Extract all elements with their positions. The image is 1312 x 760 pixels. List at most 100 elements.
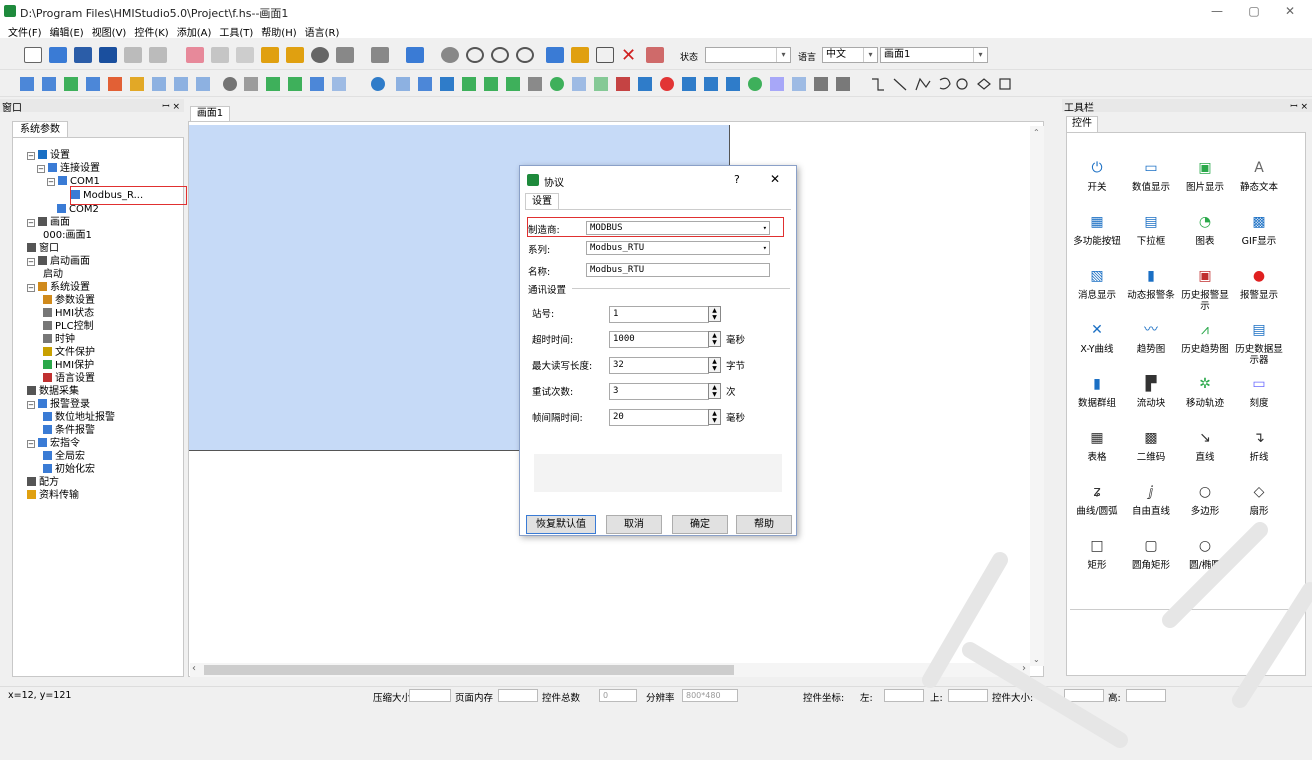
tree-item[interactable]: 语言设置 [43, 373, 95, 384]
center-icon[interactable] [441, 47, 459, 63]
control-item[interactable]: 〰趋势图 [1124, 322, 1178, 382]
control-item[interactable]: ⅉ 自由直线 [1124, 484, 1178, 544]
tree-item[interactable]: − 画面 [27, 217, 70, 228]
screen-select[interactable]: 画面1 ▾ [880, 47, 988, 63]
control-item[interactable]: ▢ 圆角矩形 [1124, 538, 1178, 598]
expander-icon[interactable]: − [27, 440, 35, 448]
cancel-button[interactable]: 取消 [606, 515, 662, 534]
tree-item[interactable]: 000:画面1 [43, 230, 92, 241]
scroll-left-icon[interactable]: ‹ [192, 663, 196, 674]
tree-item[interactable]: PLC控制 [43, 321, 94, 332]
horizontal-scrollbar[interactable]: ‹ › [190, 663, 1030, 677]
align-left-icon[interactable] [336, 47, 354, 63]
frame-interval-input[interactable]: 20 [609, 409, 709, 426]
horizontal-scroll-thumb[interactable] [204, 665, 734, 675]
paste-icon[interactable] [571, 47, 589, 63]
station-input[interactable]: 1 [609, 306, 709, 323]
control-item[interactable]: □ 矩形 [1070, 538, 1124, 598]
control-item[interactable]: ▩ 二维码 [1124, 430, 1178, 490]
minimize-button[interactable]: — [1203, 4, 1231, 20]
tree-item[interactable]: 窗口 [27, 243, 59, 254]
control-item[interactable]: ✕ X-Y曲线 [1070, 322, 1124, 382]
find-icon[interactable] [646, 47, 664, 63]
scroll-down-icon[interactable]: ⌄ [1033, 655, 1040, 664]
window-pane-pin-icon[interactable]: ꟷ × [162, 99, 180, 112]
undo-icon[interactable] [149, 47, 167, 63]
control-item[interactable]: ↘ 直线 [1178, 430, 1232, 490]
redo-icon[interactable] [124, 47, 142, 63]
grid-icon[interactable] [236, 47, 254, 63]
tab-screen1[interactable]: 画面1 [190, 106, 230, 121]
tree-item[interactable]: − 连接设置 [37, 163, 100, 174]
delete-icon[interactable]: ✕ [621, 45, 639, 66]
control-item[interactable]: ✲ 移动轨迹 [1178, 376, 1232, 436]
tree-item[interactable]: 初始化宏 [43, 464, 95, 475]
tree-item[interactable]: 全局宏 [43, 451, 85, 462]
tree-item[interactable]: COM2 [57, 204, 99, 215]
layer-icon[interactable] [406, 47, 424, 63]
open-file-icon[interactable] [49, 47, 67, 63]
control-item[interactable]: ▣ 历史报警显示 [1178, 268, 1232, 328]
control-item[interactable]: ʑ 曲线/圆弧 [1070, 484, 1124, 544]
tree-item[interactable]: − 启动画面 [27, 256, 90, 267]
control-toolbar-icons[interactable] [20, 75, 1020, 93]
tree-item[interactable]: HMI状态 [43, 308, 94, 319]
state-select[interactable]: ▾ [705, 47, 791, 63]
tab-system-params[interactable]: 系统参数 [12, 121, 68, 137]
copy-icon[interactable] [546, 47, 564, 63]
timeout-spinner[interactable]: ▲ ▼ [708, 331, 721, 347]
scroll-right-icon[interactable]: › [1022, 663, 1026, 674]
control-item[interactable]: ◇ 扇形 [1232, 484, 1286, 544]
tree-item[interactable]: 条件报警 [43, 425, 95, 436]
expander-icon[interactable]: − [27, 152, 35, 160]
control-item[interactable]: ▭ 刻度 [1232, 376, 1286, 436]
vertical-scrollbar[interactable]: ⌃ ⌄ [1030, 126, 1044, 666]
dialog-tab-settings[interactable]: 设置 [525, 193, 559, 209]
maximize-button[interactable]: ▢ [1240, 4, 1268, 20]
control-item[interactable]: ▮ 数据群组 [1070, 376, 1124, 436]
save-icon[interactable] [99, 47, 117, 63]
station-spinner[interactable]: ▲ ▼ [708, 306, 721, 322]
dialog-close-icon[interactable]: ✕ [770, 172, 780, 186]
scroll-up-icon[interactable]: ⌃ [1033, 128, 1040, 137]
dialog-help-icon[interactable]: ? [734, 173, 740, 186]
frame-interval-spinner[interactable]: ▲ ▼ [708, 409, 721, 425]
expander-icon[interactable]: − [27, 219, 35, 227]
zoom-out-icon[interactable] [516, 47, 534, 63]
tree-item[interactable]: 数位地址报警 [43, 412, 115, 423]
control-item[interactable]: ○ 圆/椭圆 [1178, 538, 1232, 598]
tree-item[interactable]: − 报警登录 [27, 399, 90, 410]
maxlen-input[interactable]: 32 [609, 357, 709, 374]
control-item[interactable]: ▤ 历史数据显示器 [1232, 322, 1286, 382]
control-item[interactable]: A 静态文本 [1232, 160, 1286, 220]
tree-item[interactable]: 参数设置 [43, 295, 95, 306]
align-icon[interactable] [186, 47, 204, 63]
new-file-icon[interactable] [24, 47, 42, 63]
control-item[interactable]: ○ 多边形 [1178, 484, 1232, 544]
help-button[interactable]: 帮助 [736, 515, 792, 534]
close-button[interactable]: ✕ [1276, 4, 1304, 20]
unlock-icon[interactable] [286, 47, 304, 63]
tree-item[interactable]: − 设置 [27, 150, 70, 161]
control-item[interactable]: ⩘ 历史趋势图 [1178, 322, 1232, 382]
timeout-input[interactable]: 1000 [609, 331, 709, 348]
series-select[interactable]: Modbus_RTU ▾ [586, 241, 770, 255]
menu-language[interactable]: 语言(R) [305, 24, 340, 39]
control-item[interactable]: ⏻ 开关 [1070, 160, 1124, 220]
menu-file[interactable]: 文件(F) [8, 24, 42, 39]
control-item[interactable]: ↴ 折线 [1232, 430, 1286, 490]
control-item[interactable]: ◔ 图表 [1178, 214, 1232, 274]
align2-icon[interactable] [211, 47, 229, 63]
menu-tools[interactable]: 工具(T) [219, 24, 253, 39]
contrast-icon[interactable] [311, 47, 329, 63]
expander-icon[interactable]: − [27, 401, 35, 409]
tree-item[interactable]: − 宏指令 [27, 438, 80, 449]
layout-icon[interactable] [371, 47, 389, 63]
tree-item[interactable]: 资料传输 [27, 490, 79, 501]
expander-icon[interactable]: − [27, 258, 35, 266]
zoom-icon[interactable] [466, 47, 484, 63]
toolbox-pin-icon[interactable]: ꟷ × [1290, 99, 1308, 112]
control-item[interactable]: ▦ 表格 [1070, 430, 1124, 490]
tab-controls[interactable]: 控件 [1066, 116, 1098, 132]
control-item[interactable]: ● 报警显示 [1232, 268, 1286, 328]
